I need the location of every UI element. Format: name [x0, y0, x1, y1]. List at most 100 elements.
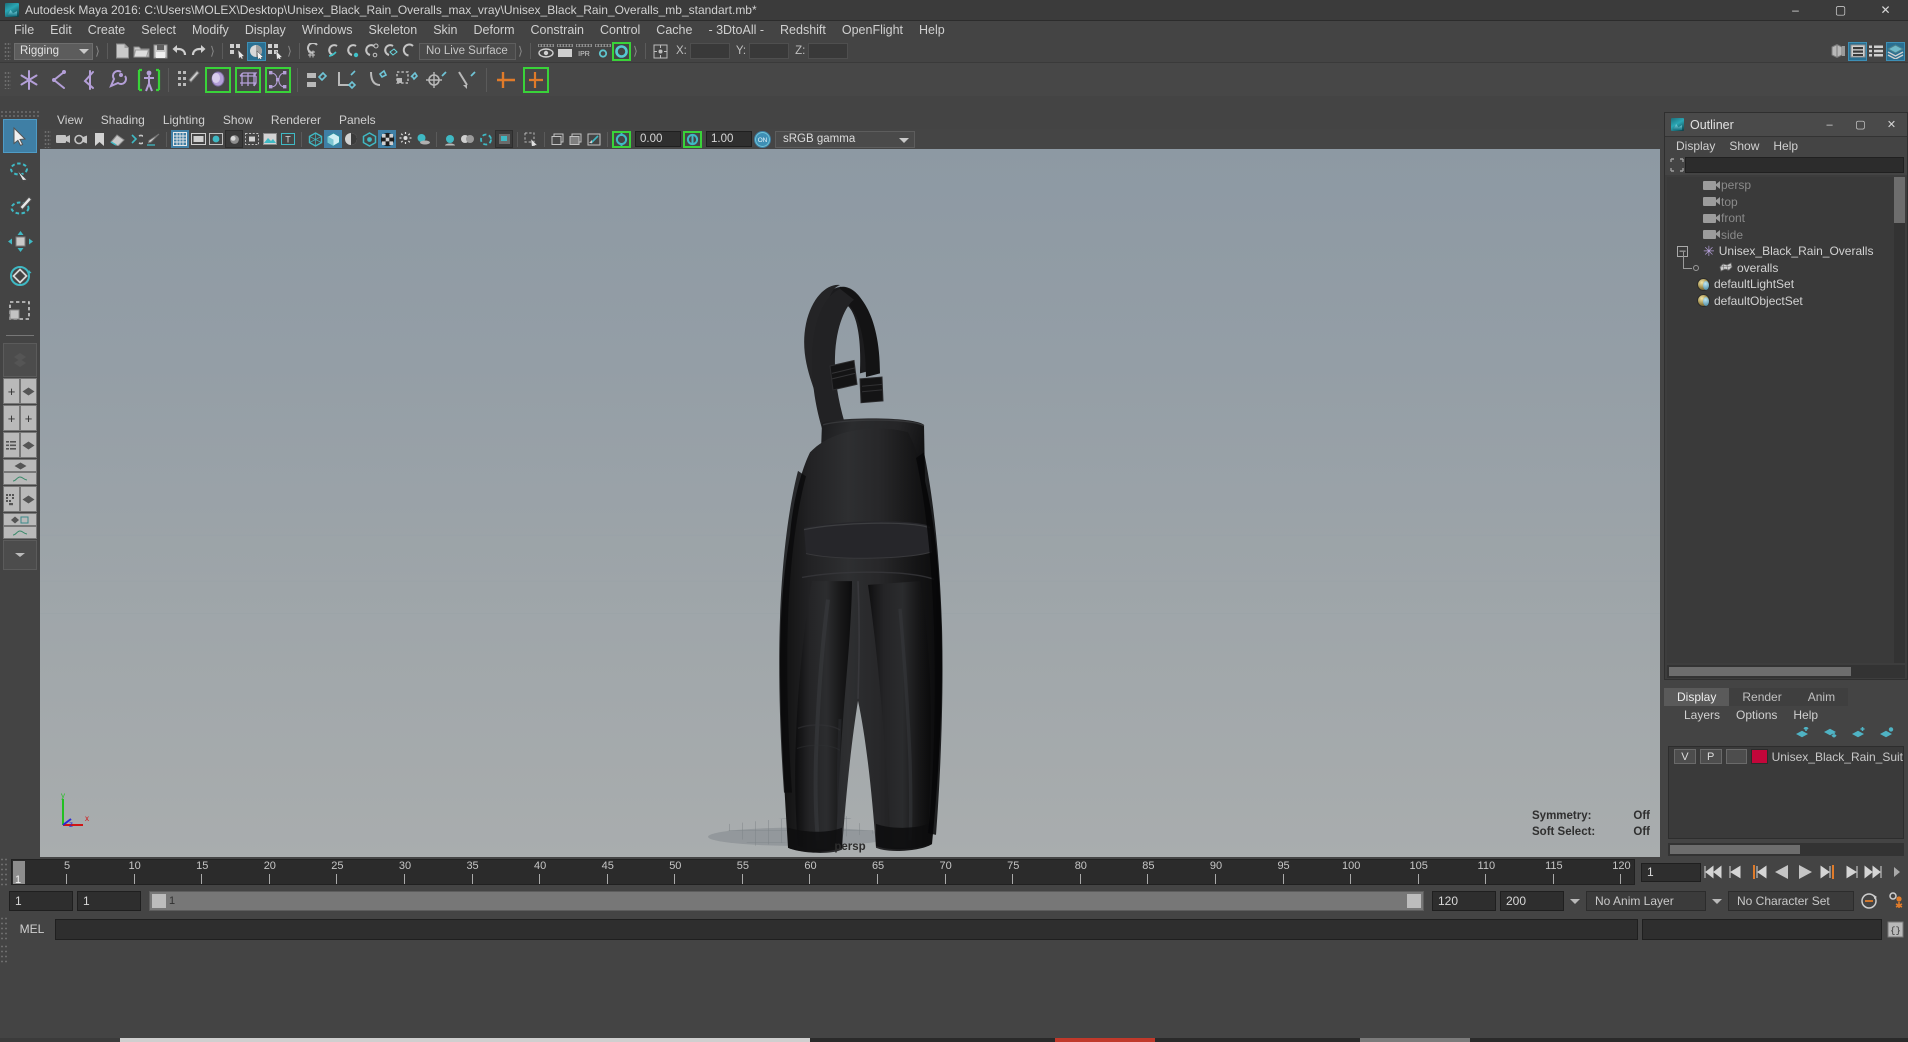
- persp-graph-editor-layout-button[interactable]: [3, 472, 37, 485]
- menu-file[interactable]: File: [6, 21, 42, 40]
- outliner-minimize-icon[interactable]: –: [1814, 113, 1845, 137]
- scale-constraint-icon[interactable]: [392, 65, 422, 95]
- range-start-field[interactable]: 1: [9, 891, 73, 911]
- play-forwards-button[interactable]: [1793, 861, 1816, 883]
- outliner-item-defaultobjectset[interactable]: defaultObjectSet: [1667, 293, 1905, 310]
- close-icon[interactable]: ✕: [1863, 0, 1908, 21]
- outliner-maximize-icon[interactable]: ▢: [1845, 113, 1876, 137]
- layer-menu-options[interactable]: Options: [1728, 706, 1785, 725]
- step-forward-button[interactable]: [1839, 861, 1862, 883]
- snap-to-point-button[interactable]: [343, 42, 362, 61]
- command-input[interactable]: [55, 918, 1638, 940]
- ambient-occlusion-icon[interactable]: [441, 130, 459, 148]
- render-current-frame-button[interactable]: [536, 42, 555, 61]
- next-key-button[interactable]: [1816, 861, 1839, 883]
- bookmark-icon[interactable]: [90, 130, 108, 148]
- select-tool-button[interactable]: [3, 119, 37, 153]
- go-to-end-button[interactable]: [1862, 861, 1885, 883]
- outliner-horizontal-scrollbar[interactable]: [1667, 665, 1905, 678]
- outliner-menu-display[interactable]: Display: [1669, 137, 1722, 156]
- outliner-close-icon[interactable]: ✕: [1876, 113, 1907, 137]
- select-mode-handle[interactable]: ⟩: [285, 43, 294, 60]
- menu-control[interactable]: Control: [592, 21, 648, 40]
- toggle-render-view-button[interactable]: [612, 41, 631, 61]
- persp-panel-layout-button[interactable]: [20, 486, 37, 512]
- step-back-button[interactable]: [1724, 861, 1747, 883]
- gamma-value-input[interactable]: 1.00: [706, 131, 752, 147]
- x-input[interactable]: [689, 43, 730, 59]
- shaded-display-icon[interactable]: [324, 130, 342, 148]
- layer-playback-toggle[interactable]: P: [1699, 749, 1722, 764]
- select-by-component-type-button[interactable]: [266, 42, 285, 61]
- xray-joints-icon[interactable]: [549, 130, 567, 148]
- persp-graph-layout-button[interactable]: +: [3, 405, 20, 431]
- transform-input-mode-icon[interactable]: [651, 42, 670, 61]
- viewport-menu-renderer[interactable]: Renderer: [262, 111, 330, 130]
- toolbox-grip[interactable]: [0, 110, 40, 118]
- show-hide-attribute-editor-button[interactable]: [1848, 41, 1867, 61]
- hardware-texturing-icon[interactable]: [342, 130, 360, 148]
- shadows-icon[interactable]: [414, 130, 432, 148]
- menu-deform[interactable]: Deform: [466, 21, 523, 40]
- undo-group-handle[interactable]: ⟩: [208, 43, 217, 60]
- z-input[interactable]: [808, 43, 849, 59]
- outliner-item-top[interactable]: top: [1667, 194, 1905, 211]
- camera-attributes-icon[interactable]: [72, 130, 90, 148]
- scrollbar-thumb[interactable]: [1894, 177, 1905, 223]
- pole-vector-constraint-icon[interactable]: [452, 65, 482, 95]
- tab-anim[interactable]: Anim: [1794, 688, 1849, 706]
- isolate-select-icon[interactable]: [522, 130, 540, 148]
- wireframe-shaded-icon[interactable]: [207, 130, 225, 148]
- outliner-menu-show[interactable]: Show: [1722, 137, 1766, 156]
- snap-to-projected-center-button[interactable]: [362, 42, 381, 61]
- exposure-toggle-icon[interactable]: [612, 130, 631, 148]
- aim-constraint-icon[interactable]: [422, 65, 452, 95]
- character-set-selector[interactable]: No Character Set: [1728, 891, 1854, 911]
- new-layer-button[interactable]: [1851, 726, 1866, 742]
- snap-group-handle[interactable]: ⟩: [516, 43, 525, 60]
- create-ik-handle-icon[interactable]: [44, 65, 74, 95]
- show-hide-modeling-toolkit-button[interactable]: [1829, 42, 1848, 61]
- render-settings-button[interactable]: [593, 42, 612, 61]
- paint-skin-weights-icon[interactable]: [173, 65, 203, 95]
- show-hide-layer-editor-button[interactable]: [1886, 41, 1905, 61]
- current-frame-field[interactable]: 1: [1641, 862, 1701, 882]
- range-slider-bar[interactable]: 1: [149, 891, 1424, 911]
- outliner-item-defaultlightset[interactable]: defaultLightSet: [1667, 276, 1905, 293]
- smooth-shade-all-icon[interactable]: [225, 130, 243, 148]
- viewport-toolbar-grip[interactable]: [44, 130, 51, 148]
- time-slider-cursor[interactable]: 1: [13, 861, 25, 884]
- menu-display[interactable]: Display: [237, 21, 294, 40]
- anti-aliasing-icon[interactable]: [459, 130, 477, 148]
- image-plane-icon[interactable]: [108, 130, 126, 148]
- viewport-menu-lighting[interactable]: Lighting: [154, 111, 214, 130]
- time-slider-track[interactable]: 1 5 10 15 20 25 30 35 40 45 50 55 60 65 70 75 80 85 90 95 1…: [11, 859, 1635, 885]
- scale-tool-button[interactable]: [3, 294, 37, 328]
- wireframe-on-shaded-icon[interactable]: [306, 130, 324, 148]
- snap-to-view-plane-button[interactable]: [381, 42, 400, 61]
- time-slider-grip[interactable]: [0, 857, 9, 887]
- persp-outliner-layout-button[interactable]: [20, 378, 37, 404]
- menu-windows[interactable]: Windows: [294, 21, 361, 40]
- create-character-icon[interactable]: [134, 65, 164, 95]
- viewport-menu-view[interactable]: View: [48, 111, 92, 130]
- lasso-tool-button[interactable]: [3, 154, 37, 188]
- viewport-menu-shading[interactable]: Shading: [92, 111, 154, 130]
- two-sided-lighting-icon[interactable]: [126, 130, 144, 148]
- statusline-grip[interactable]: [4, 42, 11, 60]
- animation-end-field[interactable]: 120: [1432, 891, 1496, 911]
- chevron-down-icon[interactable]: [1710, 891, 1724, 911]
- color-management-toggle-icon[interactable]: ON: [754, 130, 771, 148]
- grease-pencil-icon[interactable]: [144, 130, 162, 148]
- xray-icon[interactable]: [243, 130, 261, 148]
- assume-preferred-angle-icon[interactable]: [521, 65, 551, 95]
- save-scene-button[interactable]: [151, 42, 170, 61]
- maximize-icon[interactable]: ▢: [1818, 0, 1863, 21]
- tab-display[interactable]: Display: [1664, 688, 1730, 706]
- snap-to-curve-button[interactable]: [324, 42, 343, 61]
- create-lattice-icon[interactable]: [233, 65, 263, 95]
- chevron-down-icon[interactable]: [1568, 891, 1582, 911]
- select-camera-icon[interactable]: [54, 130, 72, 148]
- layer-list[interactable]: V P Unisex_Black_Rain_Suit: [1668, 746, 1904, 839]
- viewport-menu-panels[interactable]: Panels: [330, 111, 385, 130]
